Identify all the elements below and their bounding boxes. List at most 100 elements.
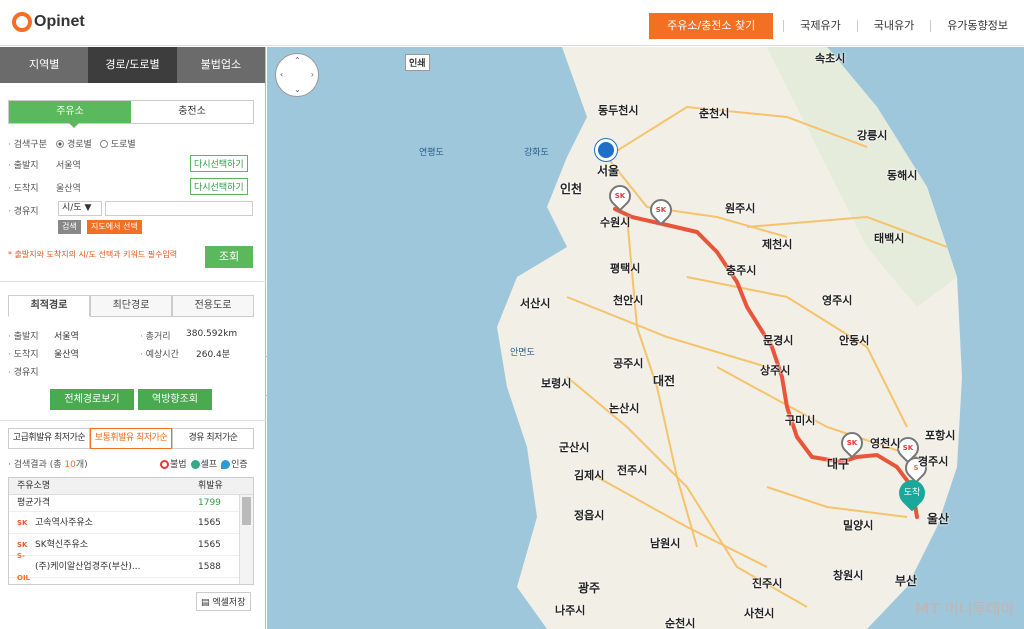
origin-row: 출발지 서울역 — [8, 158, 81, 171]
nav-price-trend[interactable]: 유가동향정보 — [930, 20, 1024, 32]
nav-domestic-price[interactable]: 국내유가 — [856, 20, 930, 32]
top-nav: 주유소/충전소 찾기 국제유가 국내유가 유가동향정보 — [649, 13, 1024, 39]
search-button[interactable]: 조회 — [205, 246, 253, 268]
tab-region[interactable]: 지역별 — [0, 47, 89, 83]
city-label: 논산시 — [609, 402, 640, 415]
excel-save-button[interactable]: ▤ 엑셀저장 — [196, 592, 251, 611]
sidebar: 지역별 경로/도로별 불법업소 주유소 충전소 검색구분 경로별 도로별 출발지… — [0, 47, 266, 629]
price-rank-tabs: 고급휘발유 최저가순 보통휘발유 최저가순 경유 최저가순 — [8, 428, 254, 449]
city-label: 전주시 — [617, 464, 648, 477]
dest-row: 도착지 울산역 — [8, 181, 81, 194]
city-label: 강릉시 — [857, 129, 888, 142]
city-label: 동해시 — [887, 169, 918, 182]
dest-reselect-button[interactable]: 다시선택하기 — [190, 178, 248, 195]
tab-expressway[interactable]: 전용도로 — [172, 295, 254, 317]
city-label: 안동시 — [839, 334, 870, 347]
via-search-button[interactable]: 검색 — [58, 220, 81, 234]
table-scrollbar[interactable] — [239, 495, 253, 584]
nav-station-finder[interactable]: 주유소/충전소 찾기 — [649, 13, 774, 39]
city-label: 순천시 — [665, 617, 696, 629]
route-distance: 380.592km — [186, 329, 238, 339]
reverse-route-button[interactable]: 역방향조회 — [138, 389, 212, 410]
tab-regular-lowest[interactable]: 보통휘발유 최저가순 — [90, 428, 172, 449]
city-label: 상주시 — [760, 364, 791, 377]
search-type-row: 검색구분 경로별 도로별 — [8, 137, 136, 150]
sidebar-tabs: 지역별 경로/도로별 불법업소 — [0, 47, 265, 83]
watermark: MT 머니투데이 — [914, 600, 1014, 618]
city-label: 서울 — [597, 164, 620, 178]
city-label: 영천시 — [870, 437, 901, 450]
station-table: 주유소명 휘발유 평균가격 1799 SK 고속역사주유소 1565 SK SK혁신… — [8, 477, 254, 585]
city-label: 서산시 — [520, 297, 551, 310]
opinet-logo[interactable]: Opinet — [12, 12, 85, 32]
city-label: 광주 — [578, 581, 601, 595]
table-row[interactable]: SK SK혁신주유소 1565 — [9, 534, 253, 556]
map[interactable]: ⌃ ‹ › ⌄ 인쇄 SK SK SK SK S 도착 속초시 동두천시 춘천시 강릉… — [267, 47, 1024, 629]
city-label: 수원시 — [600, 216, 631, 229]
tab-gas-station[interactable]: 주유소 — [9, 101, 131, 128]
city-label: 속초시 — [815, 52, 846, 65]
city-label: 원주시 — [725, 202, 756, 215]
select-on-map-button[interactable]: 지도에서 선택 — [87, 220, 142, 234]
print-button[interactable]: 인쇄 — [405, 54, 430, 71]
city-label: 대전 — [653, 374, 676, 388]
origin-reselect-button[interactable]: 다시선택하기 — [190, 155, 248, 172]
city-label: 창원시 — [833, 569, 864, 582]
origin-value: 서울역 — [56, 161, 81, 171]
required-notice: * 출발지와 도착지의 시/도 선택과 키워드 필수입력 — [8, 250, 178, 259]
radio-route[interactable] — [56, 139, 64, 148]
city-label: 천안시 — [613, 294, 644, 307]
city-label: 태백시 — [874, 232, 905, 245]
route-tabs: 최적경로 최단경로 전용도로 — [8, 295, 254, 317]
city-label: 춘천시 — [699, 107, 730, 120]
route-dest: 울산역 — [54, 350, 79, 360]
radio-road[interactable] — [99, 139, 108, 148]
city-label: 동두천시 — [598, 104, 639, 117]
result-count: · 검색결과 (총 10개) — [8, 460, 88, 470]
certified-icon — [221, 460, 231, 469]
city-label: 인천 — [560, 182, 583, 196]
city-label: 공주시 — [613, 357, 644, 370]
tab-route[interactable]: 경로/도로별 — [88, 47, 177, 83]
city-label: 문경시 — [763, 334, 794, 347]
city-label: 정읍시 — [574, 509, 605, 522]
nav-intl-price[interactable]: 국제유가 — [783, 20, 856, 32]
route-time: 260.4분 — [196, 350, 231, 360]
city-label: 대구 — [827, 457, 850, 471]
city-label: 충주시 — [726, 264, 757, 277]
tab-charging-station[interactable]: 충전소 — [131, 101, 253, 123]
city-label: 포항시 — [925, 429, 956, 442]
full-route-button[interactable]: 전체경로보기 — [50, 389, 134, 410]
origin-marker[interactable] — [595, 139, 617, 161]
tab-diesel-lowest[interactable]: 경유 최저가순 — [172, 428, 254, 449]
tab-shortest-route[interactable]: 최단경로 — [90, 295, 172, 317]
map-pan-control[interactable]: ⌃ ‹ › ⌄ — [275, 53, 319, 97]
via-keyword-input[interactable] — [105, 201, 253, 216]
city-label: 사천시 — [744, 607, 775, 620]
via-region-select[interactable]: 시/도 ▼ — [58, 201, 102, 216]
city-label: 군산시 — [559, 441, 590, 454]
city-label: 울산 — [927, 512, 950, 526]
tab-optimal-route[interactable]: 최적경로 — [8, 295, 90, 317]
city-label: 진주시 — [752, 577, 783, 590]
city-label: 구미시 — [785, 414, 816, 427]
dest-value: 울산역 — [56, 184, 81, 194]
tab-illegal[interactable]: 불법업소 — [176, 47, 265, 83]
arrival-marker[interactable]: 도착 — [893, 474, 931, 512]
city-label: 평택시 — [610, 262, 641, 275]
city-label: 경주시 — [918, 455, 949, 468]
route-info: 출발지서울역 도착지울산역 경유지 총거리380.592km 예상시간260.4… — [8, 327, 254, 378]
city-label: 나주시 — [555, 604, 586, 617]
island-label: 안면도 — [510, 348, 535, 358]
table-row[interactable]: SK 고속역사주유소 1565 — [9, 512, 253, 534]
city-label: 영주시 — [822, 294, 853, 307]
sk-brand-icon: SK — [17, 518, 28, 527]
city-label: 김제시 — [574, 469, 605, 482]
table-row[interactable]: S-OIL (주)케이알산업경주(부산)... 1588 — [9, 552, 253, 582]
scroll-thumb[interactable] — [242, 497, 251, 525]
legend: 불법 셀프 인증 — [160, 457, 248, 470]
tab-premium-lowest[interactable]: 고급휘발유 최저가순 — [8, 428, 90, 449]
city-label: 강화도 — [524, 148, 549, 158]
avg-row: 평균가격 1799 — [9, 495, 253, 512]
divider — [0, 420, 266, 421]
